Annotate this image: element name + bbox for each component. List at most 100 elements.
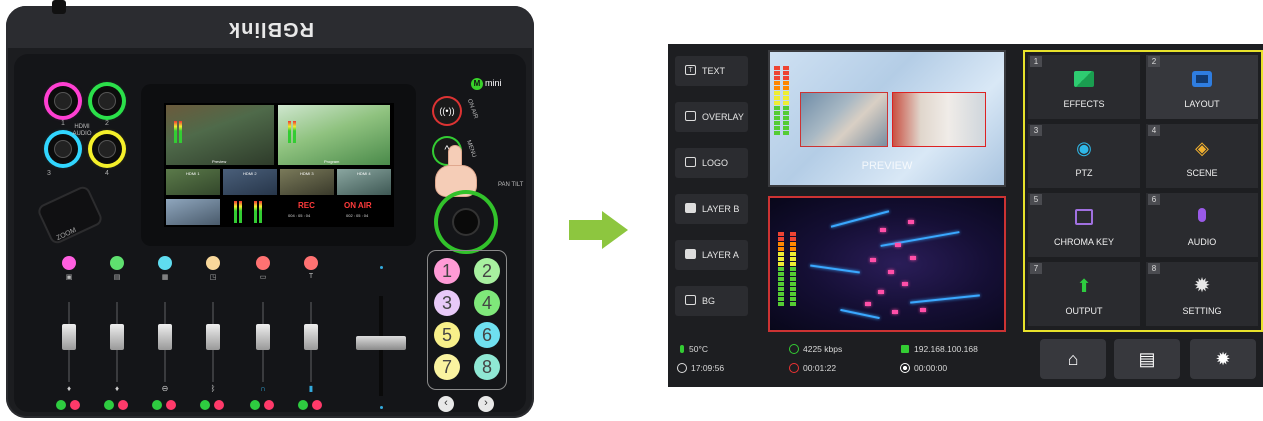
scene-key-5[interactable]: 5: [434, 322, 460, 348]
program-window[interactable]: [768, 196, 1006, 332]
next-button[interactable]: ›: [478, 396, 494, 412]
audio-fader[interactable]: [62, 324, 76, 350]
on-button[interactable]: [200, 400, 210, 410]
switcher-device: RGBlink 1 2 3 4 HDMI AUDIO ZOOM Preview …: [6, 0, 534, 418]
scene-key-1[interactable]: 1: [434, 258, 460, 284]
network-icon: [901, 345, 909, 353]
mute-button[interactable]: [264, 400, 274, 410]
record-time-value: 00:00:00: [914, 363, 948, 373]
function-tile-chroma-key[interactable]: 5 CHROMA KEY: [1028, 193, 1140, 257]
stream-time-value: 00:01:22: [803, 363, 837, 373]
channel-led[interactable]: [304, 256, 318, 270]
audio-level-meter: [783, 66, 789, 136]
lcd-hdmi-thumb: HDMI 3: [280, 169, 334, 195]
mute-button[interactable]: [214, 400, 224, 410]
layer-button-text[interactable]: T TEXT: [675, 56, 748, 86]
layer-button-logo[interactable]: LOGO: [675, 148, 748, 178]
pixel-block: [878, 290, 884, 294]
hdmi-tag: HDMI 1: [186, 171, 200, 176]
scene-key-6[interactable]: 6: [474, 322, 500, 348]
layer-button-bg[interactable]: BG: [675, 286, 748, 316]
ip-status: 192.168.100.168: [901, 344, 978, 354]
tile-label: OUTPUT: [1065, 306, 1103, 316]
on-air-button[interactable]: ((•)): [434, 98, 460, 124]
tile-number: 4: [1148, 125, 1160, 136]
function-tile-ptz[interactable]: 3 ◉ PTZ: [1028, 124, 1140, 188]
audio-meter: [174, 121, 177, 143]
touch-screen-ui: T TEXT OVERLAY LOGO LAYER B LAYER A BG P…: [668, 44, 1263, 387]
knob-2[interactable]: [92, 86, 122, 116]
indicator-dot: [380, 406, 383, 409]
function-tile-effects[interactable]: 1 EFFECTS: [1028, 55, 1140, 119]
channel-led[interactable]: [110, 256, 124, 270]
lcd-mix-thumb: [166, 199, 220, 225]
layer-button-layer-a[interactable]: LAYER A: [675, 240, 748, 270]
pixel-block: [870, 258, 876, 262]
line-in-icon: ⊖: [161, 384, 169, 393]
document-settings-button[interactable]: ▤: [1114, 339, 1180, 379]
knob-1[interactable]: [48, 86, 78, 116]
overlay-icon: ▤: [113, 274, 121, 281]
upload-icon: ⬆: [1076, 276, 1092, 296]
audio-fader[interactable]: [158, 324, 172, 350]
layer-button-overlay[interactable]: OVERLAY: [675, 102, 748, 132]
record-time-status: 00:00:00: [901, 363, 947, 373]
audio-fader[interactable]: [110, 324, 124, 350]
antenna: [52, 0, 66, 14]
preview-window[interactable]: PREVIEW: [768, 50, 1006, 187]
tile-label: SETTING: [1182, 306, 1222, 316]
on-button[interactable]: [152, 400, 162, 410]
scene-key-8[interactable]: 8: [474, 354, 500, 380]
product-logo: Mmini: [471, 78, 502, 90]
tile-label: AUDIO: [1187, 237, 1217, 247]
t-bar-handle[interactable]: [356, 336, 406, 350]
on-button[interactable]: [56, 400, 66, 410]
mute-button[interactable]: [118, 400, 128, 410]
scene-key-3[interactable]: 3: [434, 290, 460, 316]
channel-led[interactable]: [206, 256, 220, 270]
audio-fader[interactable]: [304, 324, 318, 350]
knob-number: 3: [47, 170, 51, 177]
audio-meter: [254, 201, 257, 223]
layer-button-layer-b[interactable]: LAYER B: [675, 194, 748, 224]
tile-number: 5: [1030, 194, 1042, 205]
function-menu-grid: 1 EFFECTS 2 LAYOUT 3 ◉ PTZ 4 ◈ SCENE 5 C…: [1023, 50, 1263, 332]
knob-4[interactable]: [92, 134, 122, 164]
audio-fader[interactable]: [256, 324, 270, 350]
tile-number: 7: [1030, 263, 1042, 274]
function-tile-setting[interactable]: 8 ✹ SETTING: [1146, 262, 1258, 326]
layer-button-label: LAYER B: [702, 204, 740, 214]
channel-led[interactable]: [256, 256, 270, 270]
ptz-joystick[interactable]: [454, 210, 478, 234]
prev-button[interactable]: ‹: [438, 396, 454, 412]
on-button[interactable]: [298, 400, 308, 410]
function-tile-layout[interactable]: 2 LAYOUT: [1146, 55, 1258, 119]
scene-key-2[interactable]: 2: [474, 258, 500, 284]
home-button[interactable]: ⌂: [1040, 339, 1106, 379]
settings-button[interactable]: ✹: [1190, 339, 1256, 379]
knob-3[interactable]: [48, 134, 78, 164]
function-tile-audio[interactable]: 6 AUDIO: [1146, 193, 1258, 257]
text-icon: T: [685, 65, 696, 75]
function-tile-output[interactable]: 7 ⬆ OUTPUT: [1028, 262, 1140, 326]
on-button[interactable]: [104, 400, 114, 410]
scene-key-4[interactable]: 4: [474, 290, 500, 316]
function-tile-scene[interactable]: 4 ◈ SCENE: [1146, 124, 1258, 188]
layer-icon: ▦: [161, 274, 169, 281]
layer-button-label: LOGO: [702, 158, 729, 168]
text-icon: T: [308, 273, 314, 280]
audio-fader[interactable]: [206, 324, 220, 350]
usb-icon: ▮: [308, 384, 314, 393]
home-icon: ⌂: [1067, 349, 1079, 369]
channel-led[interactable]: [62, 256, 76, 270]
mute-button[interactable]: [312, 400, 322, 410]
mute-button[interactable]: [166, 400, 176, 410]
channel-led[interactable]: [158, 256, 172, 270]
pixel-block: [908, 220, 914, 224]
tile-label: LAYOUT: [1184, 99, 1220, 109]
audio-level-meter: [778, 232, 784, 307]
mute-button[interactable]: [70, 400, 80, 410]
microphone-icon: ♦: [114, 384, 120, 393]
scene-key-7[interactable]: 7: [434, 354, 460, 380]
on-button[interactable]: [250, 400, 260, 410]
